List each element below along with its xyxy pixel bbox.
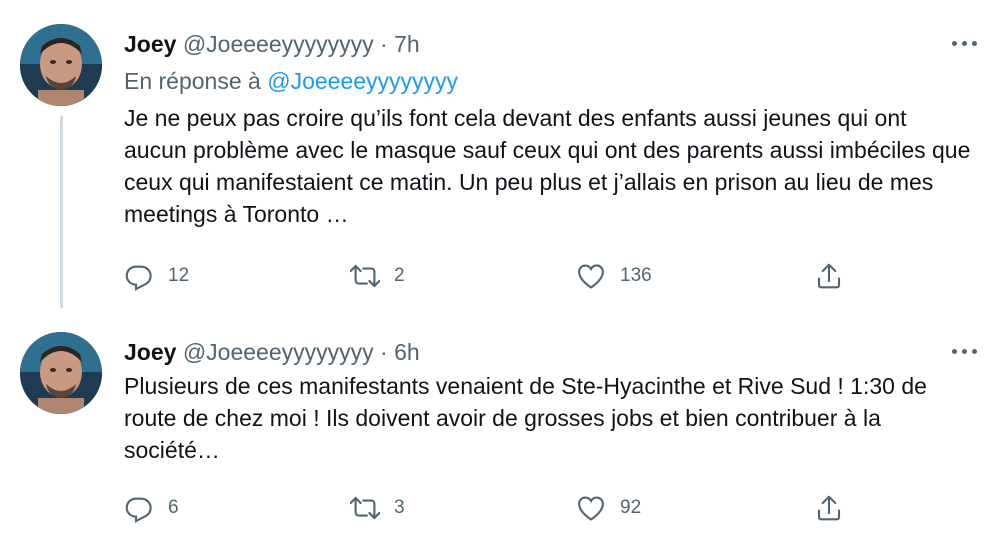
author-name[interactable]: Joey (124, 31, 176, 57)
reply-button[interactable]: 12 (124, 256, 189, 296)
like-count: 136 (620, 265, 652, 286)
tweet[interactable]: Joey @Joeeeeyyyyyyyy · 6h Plusieurs de c… (0, 308, 1008, 540)
retweet-count: 3 (394, 497, 405, 518)
reply-count: 12 (168, 265, 190, 286)
heart-icon (578, 496, 604, 521)
more-icon[interactable] (950, 36, 980, 52)
more-icon[interactable] (950, 344, 980, 360)
author-handle[interactable]: @Joeeeeyyyyyyyy (183, 31, 374, 57)
tweet[interactable]: Joey @Joeeeeyyyyyyyy · 7h En réponse à @… (0, 0, 1008, 308)
retweet-button[interactable]: 2 (350, 256, 405, 296)
avatar[interactable] (20, 24, 102, 106)
reply-context: En réponse à @Joeeeeyyyyyyyy (124, 67, 458, 95)
thread-line (60, 116, 63, 308)
like-count: 92 (620, 497, 642, 518)
reply-mention-link[interactable]: @Joeeeeyyyyyyyy (267, 68, 458, 94)
share-icon (817, 495, 841, 521)
author-handle[interactable]: @Joeeeeyyyyyyyy (183, 339, 374, 365)
reply-icon (125, 265, 152, 291)
author-name[interactable]: Joey (124, 339, 176, 365)
avatar[interactable] (20, 332, 102, 414)
share-button[interactable] (814, 256, 844, 296)
tweet-timestamp[interactable]: 7h (394, 31, 420, 57)
share-button[interactable] (814, 488, 844, 528)
reply-count: 6 (168, 497, 179, 518)
share-icon (817, 263, 841, 289)
tweet-actions: 6 3 92 (124, 488, 884, 528)
retweet-button[interactable]: 3 (350, 488, 405, 528)
like-button[interactable]: 136 (576, 256, 652, 296)
retweet-count: 2 (394, 265, 405, 286)
tweet-header: Joey @Joeeeeyyyyyyyy · 6h (124, 338, 420, 366)
retweet-icon (350, 496, 380, 520)
separator-dot: · (380, 339, 388, 365)
tweet-header: Joey @Joeeeeyyyyyyyy · 7h (124, 30, 420, 58)
like-button[interactable]: 92 (576, 488, 641, 528)
heart-icon (578, 264, 604, 289)
tweet-timestamp[interactable]: 6h (394, 339, 420, 365)
reply-prefix: En réponse à (124, 68, 261, 94)
reply-icon (125, 497, 152, 523)
tweet-text: Je ne peux pas croire qu’ils font cela d… (124, 105, 971, 227)
separator-dot: · (380, 31, 388, 57)
reply-button[interactable]: 6 (124, 488, 179, 528)
tweet-actions: 12 2 136 (124, 256, 884, 296)
retweet-icon (350, 264, 380, 288)
tweet-text: Plusieurs de ces manifestants venaient d… (124, 373, 927, 463)
